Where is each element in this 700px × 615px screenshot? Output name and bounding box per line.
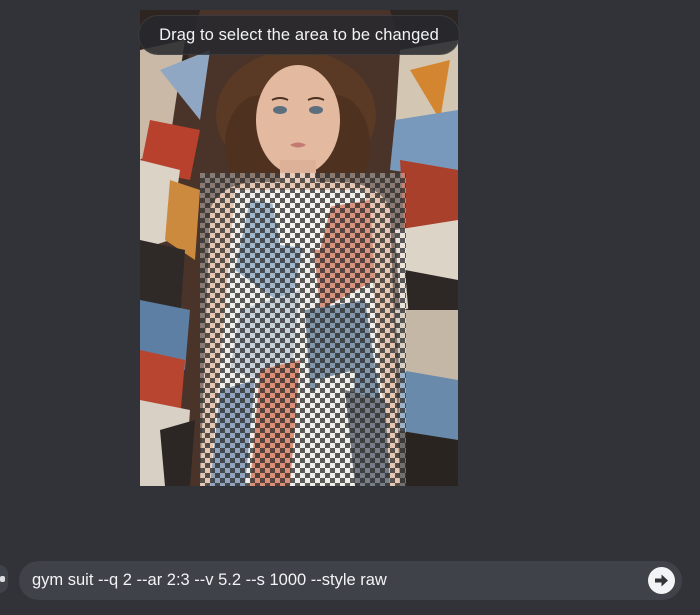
- vary-region-editor: Drag to select the area to be changed: [0, 0, 700, 615]
- instruction-tooltip: Drag to select the area to be changed: [138, 15, 460, 55]
- side-toggle-button[interactable]: [0, 565, 8, 593]
- submit-button[interactable]: [648, 567, 675, 594]
- arrow-right-icon: [655, 574, 668, 587]
- selection-area[interactable]: [200, 173, 406, 486]
- prompt-input[interactable]: [32, 571, 682, 590]
- prompt-bar: [19, 561, 682, 600]
- instruction-text: Drag to select the area to be changed: [159, 25, 439, 44]
- toggle-icon: [0, 576, 5, 582]
